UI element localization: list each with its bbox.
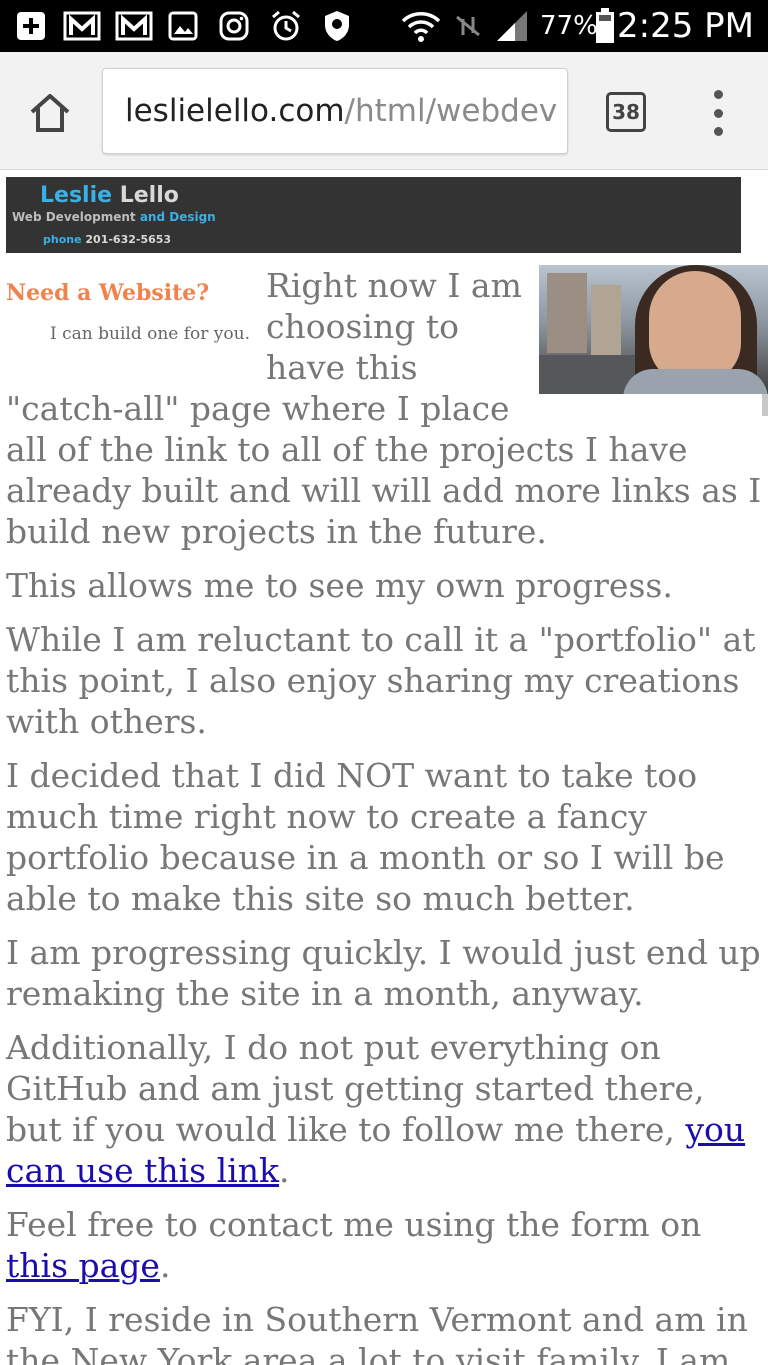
alarm-icon (268, 8, 304, 44)
tagline-part1: Web Development (12, 210, 140, 224)
paragraph-location: FYI, I reside in Southern Vermont and am… (6, 1300, 748, 1365)
tab-switcher-button[interactable]: 38 (606, 92, 646, 132)
url-text: leslielello.com/html/webdev (125, 93, 557, 129)
tagline-part2: and Design (139, 210, 216, 224)
no-data-icon (452, 8, 484, 44)
more-menu-button[interactable] (704, 90, 732, 136)
shield-icon (320, 8, 354, 44)
url-domain: leslielello.com (125, 93, 345, 129)
add-icon (14, 8, 48, 44)
web-page: Leslie Lello Web Development and Design … (0, 171, 768, 1365)
github-text: Additionally, I do not put everything on… (6, 1028, 705, 1149)
logo-phone: phone 201-632-5653 (43, 233, 171, 246)
address-bar[interactable]: leslielello.com/html/webdev (102, 68, 568, 154)
battery-icon (594, 8, 616, 44)
phone-label: phone (43, 233, 86, 246)
browser-toolbar: leslielello.com/html/webdev 38 (0, 52, 768, 170)
github-after: . (278, 1151, 290, 1190)
contact-after: . (159, 1246, 171, 1285)
paragraph-decision: I decided that I did NOT want to take to… (6, 756, 725, 918)
contact-text: Feel free to contact me using the form o… (6, 1205, 702, 1244)
status-time: 2:25 PM (617, 6, 754, 46)
url-path: /html/webdev (344, 93, 558, 129)
wifi-icon (400, 8, 442, 44)
status-bar: 77% 2:25 PM (0, 0, 768, 52)
home-icon (30, 94, 70, 132)
site-header-banner[interactable]: Leslie Lello Web Development and Design … (6, 177, 741, 253)
paragraph-portfolio: While I am reluctant to call it a "portf… (6, 620, 756, 741)
paragraph-github: Additionally, I do not put everything on… (6, 1027, 762, 1191)
gmail-icon (114, 8, 154, 44)
logo-last-name: Lello (119, 183, 179, 208)
paragraph-contact: Feel free to contact me using the form o… (6, 1204, 762, 1286)
paragraph-speed: I am progressing quickly. I would just e… (6, 933, 761, 1013)
gmail-icon (62, 8, 102, 44)
home-button[interactable] (22, 88, 78, 138)
contact-page-link[interactable]: this page (6, 1246, 160, 1285)
paragraph-progress: This allows me to see my own progress. (6, 566, 673, 605)
logo-tagline: Web Development and Design (12, 210, 216, 224)
phone-number: 201-632-5653 (85, 233, 172, 246)
site-logo: Leslie Lello (40, 183, 179, 208)
battery-percent: 77% (540, 11, 598, 41)
logo-first-name: Leslie (40, 183, 113, 208)
image-icon (166, 8, 200, 44)
signal-icon (494, 8, 530, 44)
main-content: Right now I am choosing to have this "ca… (6, 265, 762, 1365)
instagram-icon (216, 8, 252, 44)
